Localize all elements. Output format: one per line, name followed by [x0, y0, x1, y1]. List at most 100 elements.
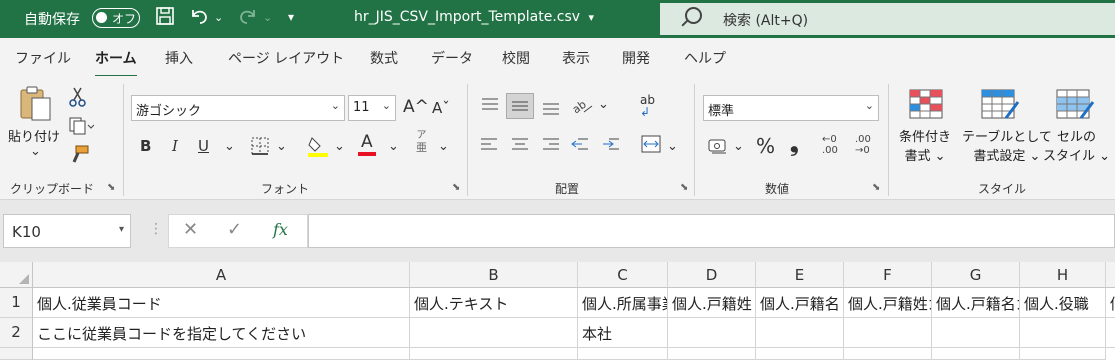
- undo-dropdown-icon[interactable]: ⌄: [214, 11, 223, 24]
- row-header-2[interactable]: 2: [0, 318, 33, 348]
- row-header-3[interactable]: [0, 348, 33, 360]
- tab-view[interactable]: 表示: [562, 48, 590, 68]
- cell-a3[interactable]: [33, 348, 410, 360]
- cell-f3[interactable]: [844, 348, 932, 360]
- cell-g2[interactable]: [932, 318, 1020, 348]
- wrap-text-icon[interactable]: ab ↲: [640, 94, 655, 118]
- bold-button[interactable]: B: [140, 137, 151, 155]
- column-header-c[interactable]: C: [578, 262, 668, 288]
- accounting-format-icon[interactable]: [707, 136, 729, 160]
- decrease-indent-icon[interactable]: [570, 136, 590, 158]
- select-all-button[interactable]: [0, 262, 33, 288]
- font-color-button[interactable]: A: [358, 132, 376, 156]
- cell-c1[interactable]: 個人.所属事業所: [578, 288, 668, 318]
- font-size-select[interactable]: 11 ⌄: [348, 95, 396, 121]
- cell-styles-button[interactable]: セルの スタイル ⌄: [1043, 128, 1110, 166]
- cut-icon[interactable]: [68, 86, 88, 112]
- tab-review[interactable]: 校閲: [502, 48, 530, 68]
- number-launcher-icon[interactable]: ⬊: [872, 182, 880, 193]
- cell-h2[interactable]: [1020, 318, 1106, 348]
- cell-e3[interactable]: [756, 348, 844, 360]
- column-header-a[interactable]: A: [33, 262, 410, 288]
- name-box[interactable]: K10 ▾: [3, 214, 131, 248]
- tab-file[interactable]: ファイル: [15, 48, 71, 68]
- cell-e1[interactable]: 個人.戸籍名: [756, 288, 844, 318]
- insert-function-button[interactable]: fx: [273, 220, 288, 239]
- conditional-formatting-button[interactable]: 条件付き 書式 ⌄: [899, 128, 951, 166]
- search-box[interactable]: 検索 (Alt+Q): [660, 3, 1115, 35]
- cell-h1[interactable]: 個人.役職: [1020, 288, 1106, 318]
- cancel-icon[interactable]: ✕: [183, 219, 198, 240]
- comma-style-button[interactable]: ❟: [790, 132, 799, 157]
- cell-d2[interactable]: [668, 318, 756, 348]
- shrink-font-button[interactable]: Aˇ: [432, 99, 450, 117]
- font-name-select[interactable]: 游ゴシック ⌄: [131, 95, 345, 121]
- conditional-formatting-icon[interactable]: [908, 88, 944, 124]
- paste-dropdown-icon[interactable]: ⌄: [30, 144, 41, 159]
- underline-button[interactable]: U: [198, 137, 209, 155]
- autosave-toggle[interactable]: オフ: [92, 8, 140, 28]
- tab-data[interactable]: データ: [431, 48, 473, 68]
- tab-page-layout[interactable]: ページ レイアウト: [228, 48, 344, 68]
- orientation-dropdown-icon[interactable]: ⌄: [598, 97, 609, 112]
- cell-b3[interactable]: [410, 348, 578, 360]
- number-format-select[interactable]: 標準 ⌄: [703, 95, 879, 121]
- align-right-icon[interactable]: [541, 136, 561, 158]
- cell-b2[interactable]: [410, 318, 578, 348]
- cell-i2[interactable]: [1106, 318, 1115, 348]
- fill-color-icon[interactable]: [306, 134, 330, 162]
- accounting-dropdown-icon[interactable]: ⌄: [733, 139, 744, 154]
- borders-dropdown-icon[interactable]: ⌄: [276, 139, 287, 154]
- tab-help[interactable]: ヘルプ: [684, 48, 726, 68]
- column-header-g[interactable]: G: [932, 262, 1020, 288]
- cell-styles-icon[interactable]: [1055, 88, 1095, 126]
- cell-d3[interactable]: [668, 348, 756, 360]
- cell-c3[interactable]: [578, 348, 668, 360]
- format-as-table-button[interactable]: テーブルとして 書式設定 ⌄: [962, 128, 1052, 166]
- align-left-icon[interactable]: [479, 136, 499, 158]
- align-middle-icon[interactable]: [506, 93, 534, 119]
- percent-button[interactable]: %: [756, 134, 775, 158]
- cell-b1[interactable]: 個人.テキスト: [410, 288, 578, 318]
- increase-indent-icon[interactable]: [601, 136, 621, 158]
- cell-g1[interactable]: 個人.戸籍名カナ: [932, 288, 1020, 318]
- row-header-1[interactable]: 1: [0, 288, 33, 318]
- cell-a2[interactable]: ここに従業員コードを指定してください: [33, 318, 410, 348]
- cell-f1[interactable]: 個人.戸籍姓カナ: [844, 288, 932, 318]
- grow-font-button[interactable]: A^: [403, 97, 429, 117]
- format-painter-icon[interactable]: [68, 144, 90, 170]
- tab-home[interactable]: ホーム: [95, 48, 137, 78]
- save-icon[interactable]: [155, 6, 175, 31]
- cell-i1[interactable]: 個人.等級: [1106, 288, 1115, 318]
- italic-button[interactable]: I: [172, 137, 178, 155]
- font-color-dropdown-icon[interactable]: ⌄: [388, 139, 399, 154]
- column-header-h[interactable]: H: [1020, 262, 1106, 288]
- column-header-b[interactable]: B: [410, 262, 578, 288]
- redo-dropdown-icon[interactable]: ⌄: [263, 11, 272, 24]
- tab-formulas[interactable]: 数式: [370, 48, 398, 68]
- enter-icon[interactable]: ✓: [227, 219, 242, 240]
- tab-developer[interactable]: 開発: [622, 48, 650, 68]
- column-header-d[interactable]: D: [668, 262, 756, 288]
- resize-handle-icon[interactable]: ⋮: [149, 221, 163, 237]
- align-bottom-icon[interactable]: [541, 98, 561, 120]
- paste-icon[interactable]: [18, 84, 54, 128]
- undo-icon[interactable]: [188, 6, 210, 31]
- fill-color-dropdown-icon[interactable]: ⌄: [334, 139, 345, 154]
- format-as-table-icon[interactable]: [980, 88, 1020, 126]
- align-top-icon[interactable]: [480, 96, 500, 118]
- borders-icon[interactable]: [250, 136, 270, 160]
- column-header-f[interactable]: F: [844, 262, 932, 288]
- cell-h3[interactable]: [1020, 348, 1106, 360]
- cell-f2[interactable]: [844, 318, 932, 348]
- increase-decimal-button[interactable]: ←0 .00: [822, 134, 850, 156]
- underline-dropdown-icon[interactable]: ⌄: [224, 139, 235, 154]
- column-header-i[interactable]: [1106, 262, 1115, 288]
- cell-c2[interactable]: 本社: [578, 318, 668, 348]
- align-center-icon[interactable]: [510, 136, 530, 158]
- merge-center-icon[interactable]: [640, 134, 662, 158]
- cell-g3[interactable]: [932, 348, 1020, 360]
- clipboard-launcher-icon[interactable]: ⬊: [107, 182, 115, 193]
- document-title[interactable]: hr_JIS_CSV_Import_Template.csv ▾: [354, 9, 594, 25]
- decrease-decimal-button[interactable]: .00 →0: [855, 134, 883, 156]
